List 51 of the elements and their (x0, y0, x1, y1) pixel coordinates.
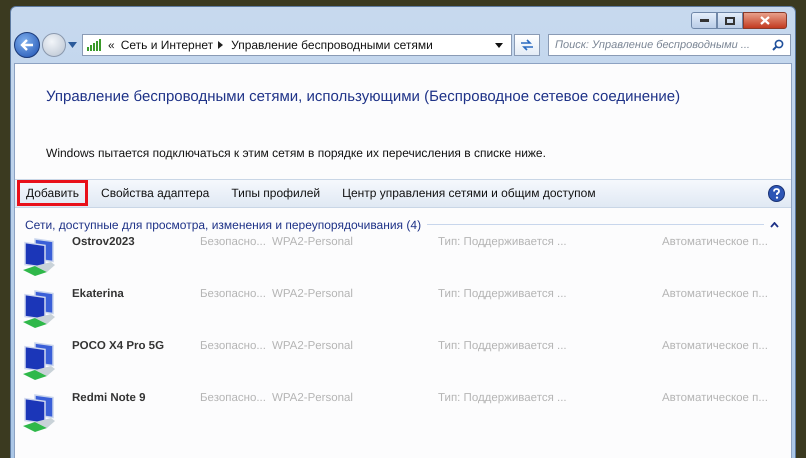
network-row[interactable]: POCO X4 Pro 5G Безопасно... WPA2-Personal Тип: Поддерживается ... Автоматическое п... (15, 338, 791, 390)
refresh-icon (520, 39, 534, 51)
dropdown-arrow-icon[interactable] (495, 42, 503, 48)
group-header[interactable]: Сети, доступные для просмотра, изменения и переупорядочивания (4) (25, 216, 422, 234)
encryption-label: WPA2-Personal (272, 286, 354, 302)
encryption-label: WPA2-Personal (272, 390, 354, 406)
search-icon (772, 39, 784, 51)
profile-type-label: Тип: Поддерживается ... (438, 286, 568, 302)
breadcrumb-arrow-icon[interactable] (218, 41, 224, 49)
maximize-button[interactable] (717, 12, 743, 29)
back-button[interactable] (14, 32, 40, 58)
history-dropdown-icon[interactable] (68, 42, 77, 48)
network-row[interactable]: Redmi Note 9 Безопасно... WPA2-Personal Тип: Поддерживается ... Автоматическое п... (15, 390, 791, 442)
minimize-button[interactable] (691, 12, 717, 29)
profile-type-label: Тип: Поддерживается ... (438, 338, 568, 354)
security-label: Безопасно... (200, 286, 267, 302)
toolbar-button[interactable]: Свойства адаптера (92, 180, 218, 206)
description-text: Windows пытается подключаться к этим сетям в порядке их перечисления в списке ниже. (45, 144, 547, 162)
signal-icon (86, 38, 102, 52)
help-icon[interactable] (768, 184, 785, 202)
breadcrumb[interactable]: Управление беспроводными сетями (231, 36, 433, 54)
connection-mode-label: Автоматическое п... (662, 338, 768, 354)
encryption-label: WPA2-Personal (272, 338, 354, 354)
connection-mode-label: Автоматическое п... (662, 390, 768, 406)
security-label: Безопасно... (200, 338, 267, 354)
refresh-button[interactable] (514, 34, 540, 56)
toolbar-button[interactable]: Центр управления сетями и общим доступом (333, 180, 605, 206)
page-heading: Управление беспроводными сетями, использующими (Беспроводное сетевое соединение) (45, 87, 682, 107)
breadcrumb[interactable]: Сеть и Интернет (120, 36, 214, 54)
network-row[interactable]: Ekaterina Безопасно... WPA2-Personal Тип: Поддерживается ... Автоматическое п... (15, 286, 791, 338)
toolbar-button[interactable]: Добавить (17, 180, 88, 206)
back-arrow-icon (20, 39, 34, 51)
address-bar[interactable]: « Сеть и Интернет Управление беспроводными сетями (82, 34, 512, 56)
close-button[interactable] (743, 12, 787, 29)
encryption-label: WPA2-Personal (272, 234, 354, 250)
connection-mode-label: Автоматическое п... (662, 234, 768, 250)
search-field[interactable]: Поиск: Управление беспроводными ... (548, 34, 791, 56)
address-overflow[interactable]: « (108, 36, 115, 54)
profile-type-label: Тип: Поддерживается ... (438, 234, 568, 250)
security-label: Безопасно... (200, 234, 267, 250)
network-name: Redmi Note 9 (72, 390, 146, 406)
security-label: Безопасно... (200, 390, 267, 406)
network-name: Ostrov2023 (72, 234, 136, 250)
profile-type-label: Тип: Поддерживается ... (438, 390, 568, 406)
network-name: Ekaterina (72, 286, 125, 302)
collapse-icon[interactable] (770, 222, 779, 228)
network-row[interactable]: Ostrov2023 Безопасно... WPA2-Personal Тип: Поддерживается ... Автоматическое п... (15, 234, 791, 286)
network-name: POCO X4 Pro 5G (72, 338, 166, 354)
connection-mode-label: Автоматическое п... (662, 286, 768, 302)
toolbar-button[interactable]: Типы профилей (222, 180, 330, 206)
close-icon (760, 16, 770, 25)
